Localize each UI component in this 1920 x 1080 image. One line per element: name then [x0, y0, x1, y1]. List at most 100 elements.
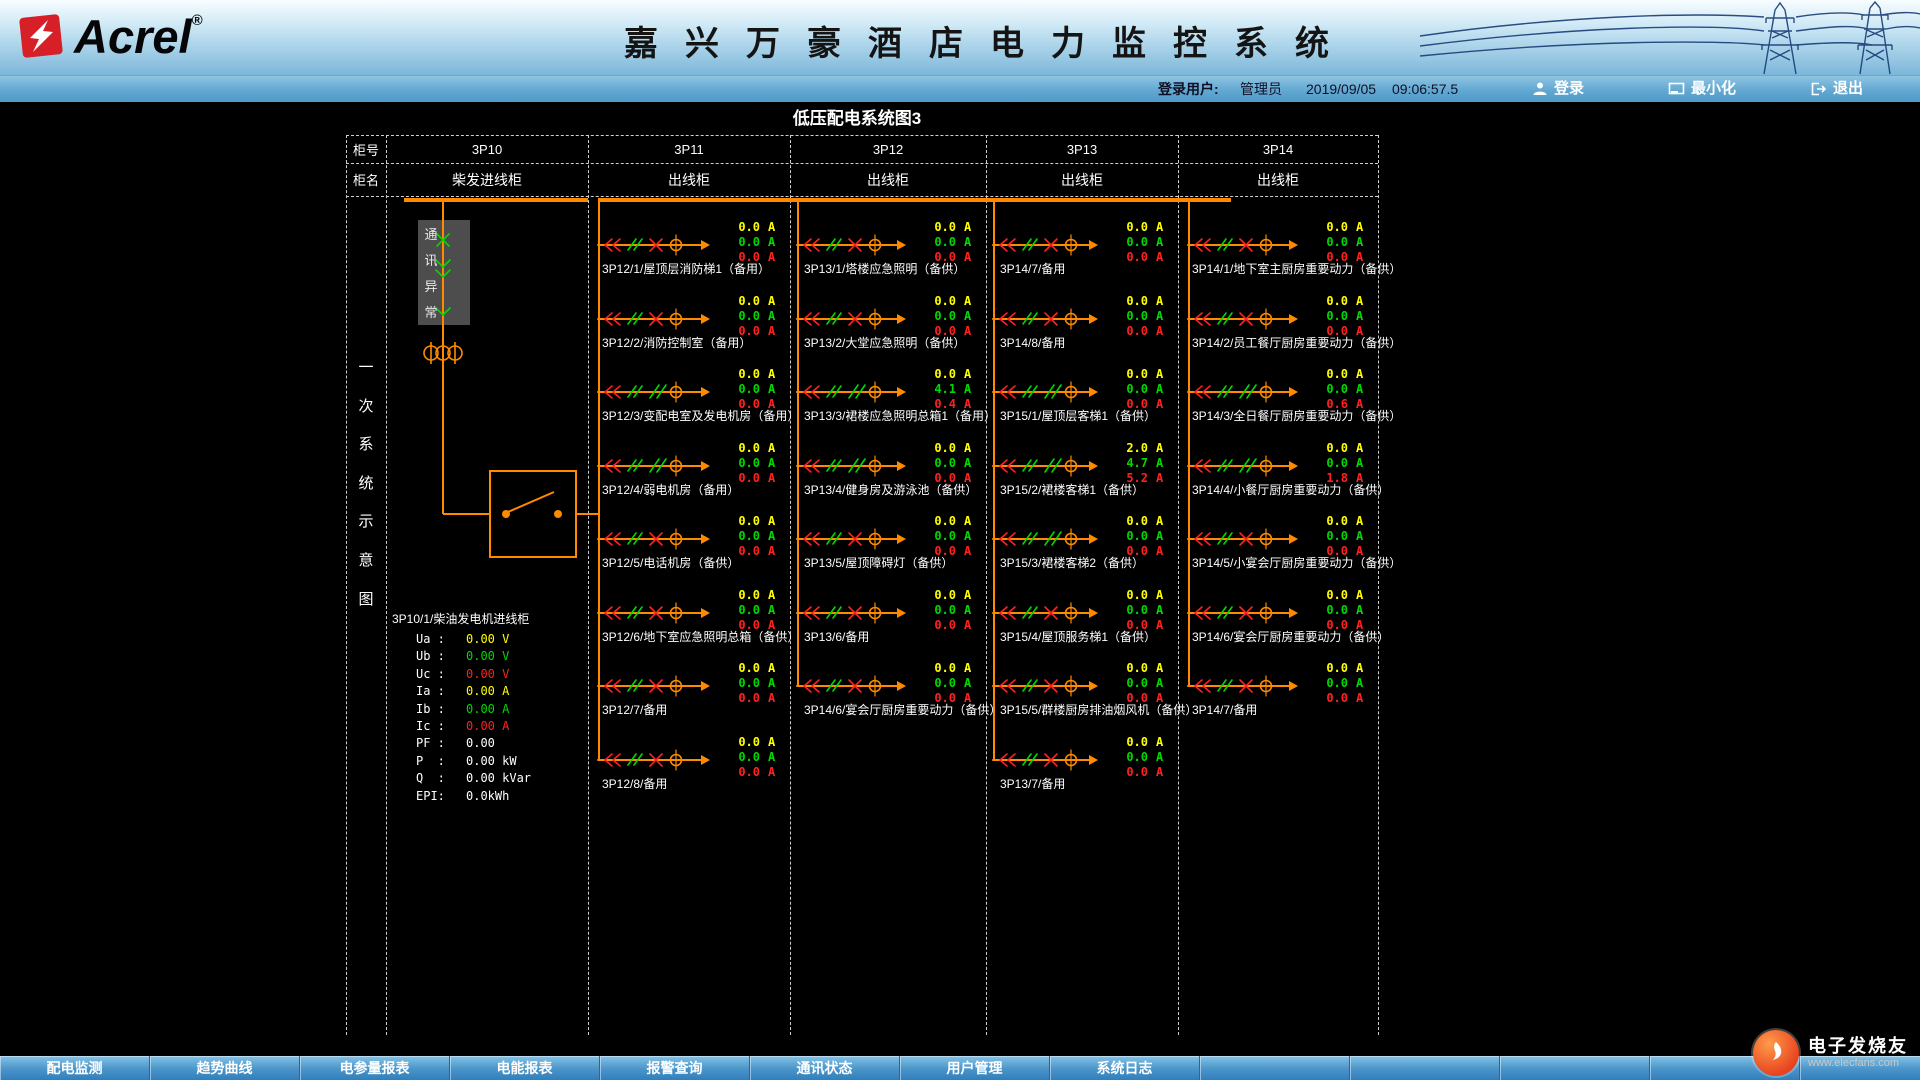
phase-current-unit: A — [768, 676, 784, 690]
nav-item[interactable]: 电参量报表 — [300, 1056, 450, 1080]
phase-current-unit: A — [964, 514, 980, 528]
feeder-symbol[interactable] — [797, 301, 906, 337]
nav-item[interactable]: 系统日志 — [1050, 1056, 1200, 1080]
measurement-name: Ua : — [416, 632, 445, 647]
feeder-symbol[interactable] — [598, 595, 710, 631]
nav-item[interactable]: 用户管理 — [900, 1056, 1050, 1080]
measurement-value: 0.00 A — [466, 684, 509, 699]
row-label-cabinet-id: 柜号 — [346, 135, 386, 163]
feeder-symbol[interactable] — [598, 668, 710, 704]
feeder-symbol[interactable] — [797, 448, 906, 484]
feeder-symbol[interactable] — [1188, 374, 1298, 410]
phase-current-value: 0.0 — [710, 220, 760, 234]
phase-current-value: 4.7 — [1098, 456, 1148, 470]
bottom-nav: 配电监测趋势曲线电参量报表电能报表报警查询通讯状态用户管理系统日志 — [0, 1056, 1920, 1080]
cabinet-id: 3P12 — [790, 135, 986, 163]
phase-current-value: 0.0 — [1298, 309, 1348, 323]
feeder-symbol[interactable] — [993, 595, 1098, 631]
feeder-symbol[interactable] — [993, 301, 1098, 337]
feeder-label: 3P14/4/小餐厅厨房重要动力（备供） — [1192, 483, 1389, 498]
feeder-label: 3P13/6/备用 — [804, 630, 869, 645]
feeder-symbol[interactable] — [598, 742, 710, 778]
feeder-symbol[interactable] — [1188, 448, 1298, 484]
incomer-graphic[interactable] — [386, 196, 598, 626]
nav-item[interactable]: 电能报表 — [450, 1056, 600, 1080]
cabinet-id: 3P13 — [986, 135, 1178, 163]
feeder-symbol[interactable] — [598, 301, 710, 337]
feeder-symbol[interactable] — [1188, 521, 1298, 557]
feeder-label: 3P13/3/裙楼应急照明总箱1（备用） — [804, 409, 996, 424]
phase-current-value: 0.0 — [710, 529, 760, 543]
comm-status-char: 异 — [423, 276, 439, 294]
watermark-url: www.elecfans.com — [1808, 1057, 1908, 1070]
feeder-symbol[interactable] — [993, 521, 1098, 557]
phase-current-unit: A — [964, 324, 980, 338]
feeder-symbol[interactable] — [797, 595, 906, 631]
phase-current-value: 0.0 — [710, 691, 760, 705]
phase-current-unit: A — [964, 544, 980, 558]
phase-current-unit: A — [768, 603, 784, 617]
phase-current-unit: A — [768, 382, 784, 396]
feeder-symbol[interactable] — [1188, 595, 1298, 631]
feeder-label: 3P13/2/大堂应急照明（备供） — [804, 336, 965, 351]
measurement-value: 0.00 V — [466, 667, 509, 682]
elecfans-flame-icon — [1753, 1030, 1799, 1076]
feeder-symbol[interactable] — [797, 227, 906, 263]
feeder-symbol[interactable] — [993, 374, 1098, 410]
phase-current-value: 0.0 — [1098, 235, 1148, 249]
feeder-label: 3P12/3/变配电室及发电机房（备用） — [602, 409, 799, 424]
phase-current-value: 0.0 — [710, 676, 760, 690]
measurement-value: 0.00 V — [466, 632, 509, 647]
phase-current-unit: A — [1356, 691, 1372, 705]
nav-item[interactable]: 趋势曲线 — [150, 1056, 300, 1080]
side-caption-char: 次 — [352, 395, 380, 415]
phase-current-unit: A — [1156, 603, 1172, 617]
phase-current-value: 0.0 — [710, 603, 760, 617]
feeder-symbol[interactable] — [993, 668, 1098, 704]
side-caption-char: 统 — [352, 472, 380, 492]
phase-current-value: 0.0 — [710, 235, 760, 249]
feeder-symbol[interactable] — [598, 521, 710, 557]
feeder-symbol[interactable] — [1188, 668, 1298, 704]
side-caption-char: 示 — [352, 510, 380, 530]
phase-current-value: 4.1 — [906, 382, 956, 396]
feeder-symbol[interactable] — [598, 227, 710, 263]
feeder-symbol[interactable] — [993, 448, 1098, 484]
feeder-symbol[interactable] — [598, 448, 710, 484]
feeder-symbol[interactable] — [797, 521, 906, 557]
phase-current-unit: A — [768, 735, 784, 749]
phase-current-value: 0.0 — [1098, 309, 1148, 323]
phase-current-unit: A — [768, 765, 784, 779]
feeder-label: 3P12/6/地下室应急照明总箱（备供） — [602, 630, 799, 645]
feeder-symbol[interactable] — [598, 374, 710, 410]
grid-line — [1178, 135, 1179, 1035]
phase-current-value: 0.0 — [1098, 735, 1148, 749]
phase-current-unit: A — [768, 235, 784, 249]
phase-current-unit: A — [768, 324, 784, 338]
nav-item[interactable]: 配电监测 — [0, 1056, 150, 1080]
feeder-label: 3P14/7/备用 — [1192, 703, 1257, 718]
feeder-symbol[interactable] — [1188, 227, 1298, 263]
feeder-symbol[interactable] — [797, 374, 906, 410]
nav-item[interactable]: 报警查询 — [600, 1056, 750, 1080]
phase-current-value: 0.0 — [1298, 456, 1348, 470]
nav-slot-empty — [1200, 1056, 1350, 1080]
phase-current-unit: A — [1356, 529, 1372, 543]
side-caption-char: 意 — [352, 549, 380, 569]
phase-current-unit: A — [964, 529, 980, 543]
phase-current-unit: A — [964, 294, 980, 308]
phase-current-unit: A — [768, 691, 784, 705]
feeder-symbol[interactable] — [993, 742, 1098, 778]
nav-item[interactable]: 通讯状态 — [750, 1056, 900, 1080]
feeder-symbol[interactable] — [993, 227, 1098, 263]
phase-current-value: 0.0 — [1098, 382, 1148, 396]
phase-current-value: 0.0 — [1298, 294, 1348, 308]
feeder-label: 3P14/7/备用 — [1000, 262, 1065, 277]
measurement-value: 0.0kWh — [466, 789, 509, 804]
feeder-symbol[interactable] — [1188, 301, 1298, 337]
comm-status-char: 通 — [423, 224, 439, 242]
measurement-value: 0.00 A — [466, 719, 509, 734]
cabinet-id: 3P14 — [1178, 135, 1378, 163]
feeder-symbol[interactable] — [797, 668, 906, 704]
phase-current-unit: A — [1156, 544, 1172, 558]
